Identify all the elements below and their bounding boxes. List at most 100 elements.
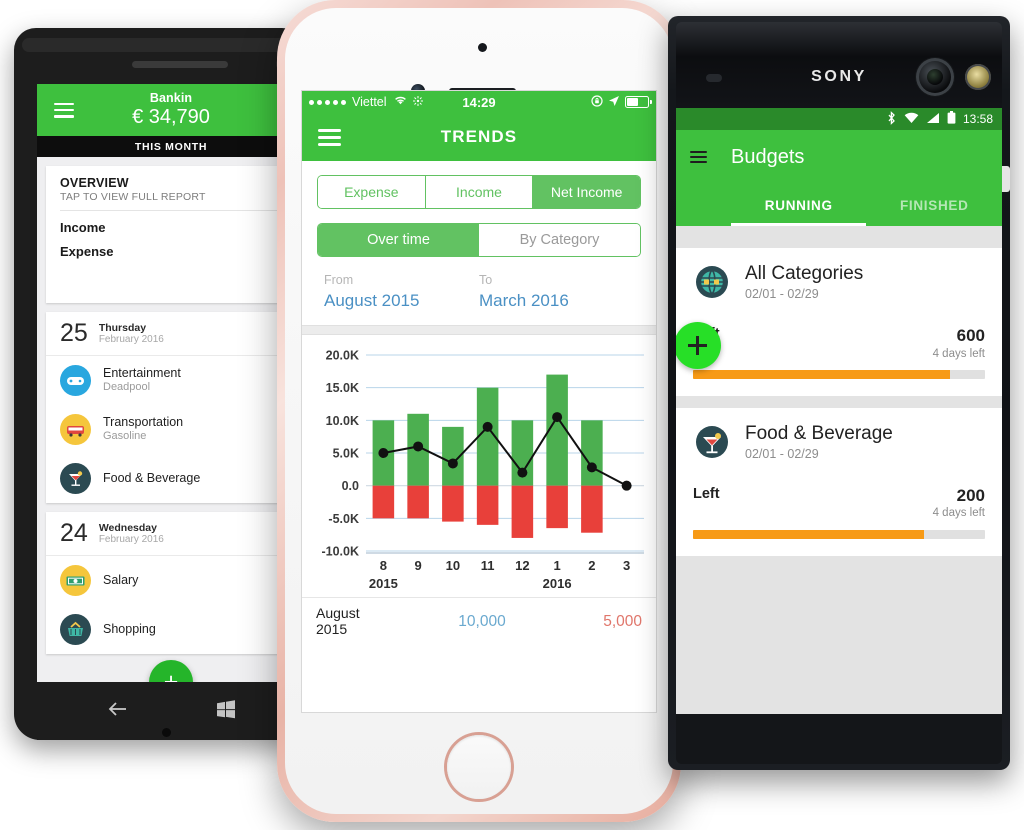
overview-card[interactable]: OVERVIEW TAP TO VIEW FULL REPORT Income …	[46, 166, 296, 303]
from-label: From	[324, 273, 354, 287]
sony-top-bezel: SONY	[676, 22, 1002, 108]
transaction-note: Deadpool	[103, 381, 151, 394]
tab-running[interactable]: RUNNING	[731, 184, 867, 226]
tab-income[interactable]: Income	[424, 176, 533, 208]
power-button[interactable]	[1002, 166, 1010, 192]
globe-icon	[693, 263, 731, 306]
budget-date-range: 02/01 - 02/29	[745, 446, 819, 461]
overview-income-label: Income	[60, 220, 106, 235]
section-divider	[302, 325, 656, 335]
trends-chart[interactable]: 20.0K 15.0K 10.0K 5.0K 0.0 -5.0K -10.0K 8 9 10 11 1…	[302, 335, 656, 597]
transaction-category: Entertainment	[103, 366, 181, 381]
svg-text:2: 2	[588, 558, 595, 573]
transaction-group: 24 Wednesday February 2016 Salary Shoppi…	[46, 512, 296, 654]
signal-icon	[926, 112, 940, 127]
overview-title: OVERVIEW	[60, 176, 129, 190]
home-button[interactable]	[447, 735, 511, 799]
days-left-label: 4 days left	[932, 347, 985, 360]
svg-text:8: 8	[380, 558, 387, 573]
svg-text:-5.0K: -5.0K	[328, 512, 359, 526]
left-label: Left	[693, 485, 720, 502]
wp-header-text: Bankin € 34,790	[37, 92, 305, 127]
budget-card[interactable]: All Categories 02/01 - 02/29 Left 600 4 …	[676, 248, 1002, 396]
car-icon	[60, 414, 91, 445]
date-header: 24 Wednesday February 2016	[46, 512, 296, 555]
hamburger-icon[interactable]	[690, 151, 707, 163]
transaction-note: Gasoline	[103, 430, 147, 443]
svg-text:10: 10	[446, 558, 460, 573]
summary-expense: 5,000	[603, 612, 642, 630]
list-item[interactable]: Food & Beverage	[46, 454, 296, 503]
tab-over-time[interactable]: Over time	[318, 224, 479, 256]
summary-year: 2015	[316, 620, 348, 637]
svg-text:12: 12	[515, 558, 529, 573]
android-app-bar: Budgets	[676, 130, 1002, 184]
summary-income: 10,000	[458, 612, 506, 630]
date-range-selector: From August 2015 To March 2016	[302, 257, 656, 325]
progress-bar	[693, 529, 985, 539]
windows-logo-icon[interactable]	[216, 699, 236, 724]
period-label[interactable]: THIS MONTH	[37, 136, 305, 157]
overview-subtitle: TAP TO VIEW FULL REPORT	[60, 191, 206, 203]
earpiece-speaker	[132, 61, 228, 68]
budget-tabs: RUNNING FINISHED	[676, 184, 1002, 226]
windows-phone-navbar	[37, 682, 305, 740]
svg-text:5.0K: 5.0K	[333, 447, 359, 461]
svg-text:10.0K: 10.0K	[326, 414, 359, 428]
budget-card[interactable]: Food & Beverage 02/01 - 02/29 Left 200 4…	[676, 407, 1002, 556]
account-name: Bankin	[149, 91, 193, 106]
weekday-label: Thursday	[98, 321, 147, 334]
chart-summary-row[interactable]: August 2015 10,000 5,000	[302, 597, 656, 645]
range-from[interactable]: From August 2015	[324, 273, 479, 311]
transaction-category: Transportation	[103, 415, 184, 430]
budget-list: All Categories 02/01 - 02/29 Left 600 4 …	[676, 226, 1002, 714]
from-value[interactable]: August 2015	[324, 291, 479, 311]
devices-showcase: Bankin € 34,790 THIS MONTH OVERVIEW TAP …	[0, 0, 1024, 830]
svg-text:15.0K: 15.0K	[326, 381, 359, 395]
list-item[interactable]: Transportation Gasoline	[46, 405, 296, 454]
svg-text:9: 9	[415, 558, 422, 573]
back-arrow-icon[interactable]	[107, 700, 129, 723]
tab-finished[interactable]: FINISHED	[867, 184, 1003, 226]
android-status-bar: 13:58	[676, 108, 1002, 130]
cocktail-icon	[60, 463, 91, 494]
view-segmented-control[interactable]: Over time By Category	[317, 223, 641, 257]
overview-expense-label: Expense	[60, 244, 114, 259]
to-value[interactable]: March 2016	[479, 291, 634, 311]
location-arrow-icon	[608, 95, 620, 110]
budget-amount: 600	[956, 326, 985, 345]
battery-icon	[625, 96, 652, 108]
rotation-lock-icon	[591, 94, 603, 110]
transaction-category: Shopping	[103, 622, 156, 636]
date-header: 25 Thursday February 2016	[46, 312, 296, 355]
month-label: February 2016	[98, 333, 164, 345]
list-item[interactable]: Entertainment Deadpool	[46, 356, 296, 405]
tab-expense[interactable]: Expense	[318, 176, 425, 208]
ios-status-bar: Viettel 14:29	[302, 91, 656, 113]
svg-text:-10.0K: -10.0K	[321, 545, 359, 559]
to-label: To	[479, 273, 493, 287]
list-item[interactable]: Shopping	[46, 605, 296, 654]
add-transaction-area: +	[37, 654, 305, 682]
weekday-label: Wednesday	[98, 521, 157, 534]
add-transaction-button[interactable]: +	[149, 660, 193, 682]
battery-icon	[947, 111, 956, 127]
windows-phone-screen: Bankin € 34,790 THIS MONTH OVERVIEW TAP …	[37, 84, 305, 682]
clock-label: 13:58	[962, 112, 993, 126]
svg-text:2015: 2015	[369, 576, 398, 591]
range-to[interactable]: To March 2016	[479, 273, 634, 311]
account-balance: € 34,790	[132, 105, 210, 128]
wp-app-header: Bankin € 34,790	[37, 84, 305, 136]
add-budget-button[interactable]	[676, 322, 721, 369]
svg-text:3: 3	[623, 558, 630, 573]
svg-text:0.0: 0.0	[342, 479, 359, 493]
tab-net-income[interactable]: Net Income	[532, 176, 640, 208]
transaction-category: Salary	[103, 573, 139, 587]
list-item[interactable]: Salary	[46, 556, 296, 605]
page-title: Budgets	[731, 145, 805, 168]
windows-phone-device: Bankin € 34,790 THIS MONTH OVERVIEW TAP …	[14, 28, 305, 740]
type-segmented-control[interactable]: Expense Income Net Income	[317, 175, 641, 209]
banknote-icon	[60, 565, 91, 596]
overview-chart-area	[46, 259, 296, 303]
tab-by-category[interactable]: By Category	[479, 224, 640, 256]
